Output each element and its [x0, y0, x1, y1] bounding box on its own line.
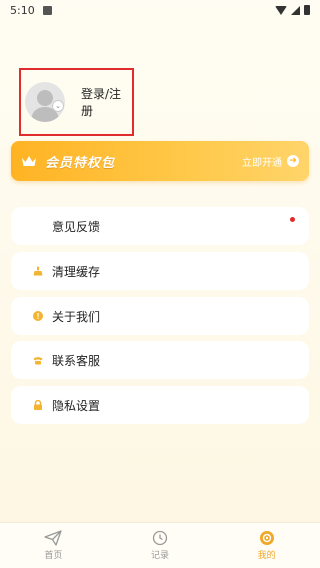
vip-action-label: 立即开通	[242, 157, 282, 169]
status-bar: 5:10	[0, 0, 320, 20]
settings-icon	[259, 531, 274, 545]
menu-item-label: 清理缓存	[52, 264, 101, 279]
vip-activate-button[interactable]: 立即开通 ➜	[242, 154, 299, 169]
menu-item-contact-support[interactable]: 联系客服	[11, 341, 309, 379]
notification-dot	[290, 217, 295, 222]
paper-plane-icon	[44, 530, 62, 546]
wifi-icon	[275, 5, 287, 15]
status-time: 5:10	[10, 3, 35, 17]
info-icon	[33, 311, 43, 321]
login-register-link[interactable]: 登录/注册	[81, 85, 132, 119]
vip-title: 会员特权包	[45, 155, 116, 171]
feedback-icon-placeholder	[33, 221, 43, 231]
signal-icon	[291, 5, 300, 15]
tab-label: 我的	[257, 551, 276, 561]
crown-icon	[22, 156, 36, 166]
menu-item-label: 隐私设置	[52, 398, 101, 413]
menu-item-feedback[interactable]: 意见反馈	[11, 207, 309, 245]
tab-label: 首页	[44, 551, 63, 561]
tab-mine[interactable]: 我的	[213, 523, 320, 568]
menu-item-label: 联系客服	[52, 353, 101, 368]
tab-records[interactable]: 记录	[107, 523, 214, 568]
menu-item-label: 意见反馈	[52, 219, 101, 234]
tab-home[interactable]: 首页	[0, 523, 107, 568]
profile-login-area[interactable]: ⌄ 登录/注册	[19, 68, 134, 136]
clock-icon	[152, 530, 168, 546]
notification-icon	[42, 5, 52, 15]
vip-banner[interactable]: 会员特权包 立即开通 ➜	[11, 141, 309, 181]
battery-icon	[304, 5, 310, 15]
arrow-right-icon: ➜	[287, 155, 299, 167]
lock-icon	[34, 400, 42, 410]
menu-item-clear-cache[interactable]: 清理缓存	[11, 252, 309, 290]
bottom-tab-bar: 首页 记录 我的	[0, 522, 320, 568]
tab-label: 记录	[151, 551, 170, 561]
phone-icon	[33, 357, 43, 365]
chevron-down-icon: ⌄	[52, 100, 64, 112]
menu-item-privacy-settings[interactable]: 隐私设置	[11, 386, 309, 424]
status-right	[275, 5, 310, 15]
menu-item-about-us[interactable]: 关于我们	[11, 297, 309, 335]
menu-item-label: 关于我们	[52, 309, 101, 324]
broom-icon	[33, 266, 43, 276]
